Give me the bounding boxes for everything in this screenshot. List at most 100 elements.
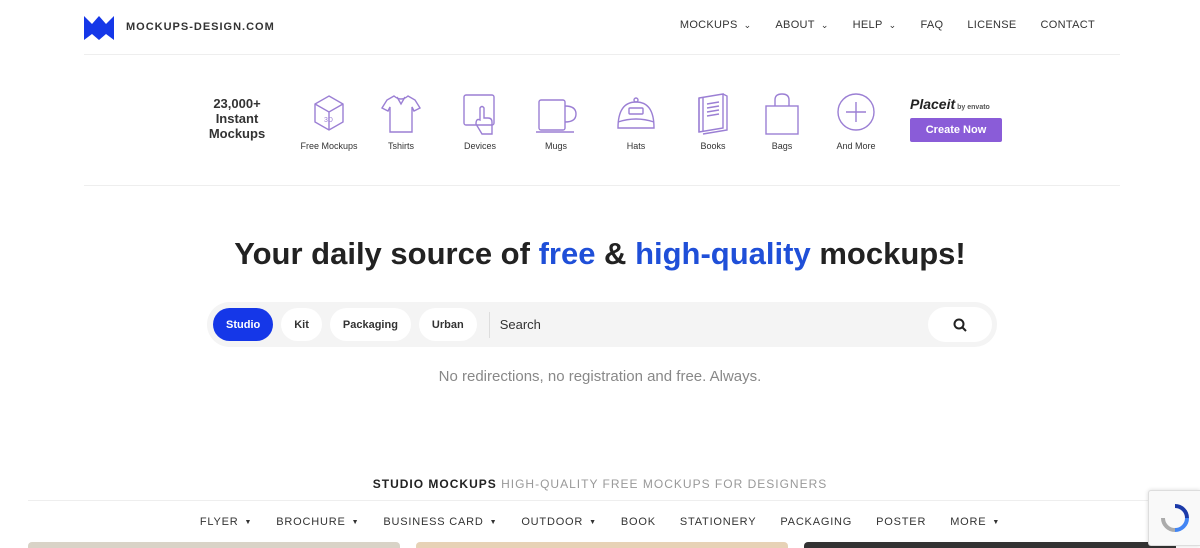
- promo-count-number: 23,000+: [213, 96, 261, 111]
- promo-cat-hats[interactable]: Hats: [601, 92, 671, 151]
- caret-down-icon: ▼: [992, 518, 1001, 526]
- hat-icon: [617, 97, 655, 129]
- main-nav: MOCKUPS ⌄ ABOUT ⌄ HELP ⌄ FAQ LICENSE CONTAC…: [680, 19, 1095, 31]
- section-title-subtitle: HIGH-QUALITY FREE MOCKUPS FOR DESIGNERS: [496, 477, 828, 491]
- search-tab-kit[interactable]: Kit: [281, 308, 322, 341]
- tshirt-icon: [380, 95, 422, 133]
- hero-tagline: No redirections, no registration and fre…: [438, 368, 762, 385]
- search-tab-studio[interactable]: Studio: [213, 308, 274, 341]
- plus-circle-icon: [837, 93, 875, 131]
- search-input[interactable]: [499, 317, 928, 332]
- search-button[interactable]: [928, 307, 992, 342]
- placeit-promo-banner: 23,000+ Instant Mockups 3D Free Mockups …: [0, 86, 1200, 156]
- catnav-label: OUTDOOR: [521, 516, 584, 528]
- 3d-box-icon: 3D: [314, 95, 344, 131]
- catnav-outdoor[interactable]: OUTDOOR ▼: [521, 516, 597, 528]
- headline-text: &: [595, 236, 636, 271]
- nav-about[interactable]: ABOUT ⌄: [775, 19, 828, 31]
- search-bar: Studio Kit Packaging Urban: [207, 302, 997, 347]
- caret-down-icon: ▼: [489, 518, 498, 526]
- nav-label: MOCKUPS: [679, 19, 738, 31]
- mockup-thumbnail[interactable]: [28, 542, 400, 548]
- promo-cat-label: And More: [836, 141, 876, 151]
- catnav-stationery[interactable]: STATIONERY: [680, 516, 756, 528]
- search-icon: [953, 318, 967, 332]
- promo-cat-tshirts[interactable]: Tshirts: [366, 92, 436, 151]
- nav-label: HELP: [852, 19, 883, 31]
- recaptcha-badge[interactable]: [1148, 490, 1200, 546]
- promo-cat-label: Bags: [771, 141, 793, 151]
- bag-icon: [765, 93, 799, 135]
- catnav-label: BUSINESS CARD: [383, 516, 484, 528]
- recaptcha-icon: [1160, 504, 1189, 532]
- create-now-button[interactable]: Create Now: [910, 118, 1002, 142]
- catnav-brochure[interactable]: BROCHURE ▼: [276, 516, 359, 528]
- promo-cat-label: Books: [700, 141, 726, 151]
- nav-mockups[interactable]: MOCKUPS ⌄: [680, 19, 752, 31]
- promo-count-line: Mockups: [208, 126, 266, 141]
- chevron-down-icon: ⌄: [743, 19, 752, 30]
- caret-down-icon: ▼: [351, 518, 360, 526]
- promo-cat-label: Free Mockups: [300, 141, 358, 151]
- section-title: STUDIO MOCKUPS HIGH-QUALITY FREE MOCKUPS…: [0, 477, 1200, 491]
- book-icon: [698, 93, 728, 135]
- search-tab-urban[interactable]: Urban: [418, 308, 477, 341]
- promo-cat-free-mockups[interactable]: 3D Free Mockups: [294, 92, 364, 151]
- svg-text:3D: 3D: [324, 117, 333, 124]
- catnav-label: STATIONERY: [679, 516, 757, 528]
- catnav-book[interactable]: BOOK: [621, 516, 656, 528]
- placeit-block: Placeit by envato Create Now: [910, 96, 1002, 142]
- promo-cat-devices[interactable]: Devices: [445, 92, 515, 151]
- promo-cat-label: Devices: [463, 141, 496, 151]
- placeit-logo[interactable]: Placeit by envato: [910, 96, 1002, 112]
- mug-icon: [536, 99, 577, 133]
- section-divider: [28, 500, 1172, 501]
- nav-faq[interactable]: FAQ: [920, 19, 943, 31]
- device-icon: [463, 94, 495, 135]
- nav-label: ABOUT: [775, 19, 815, 31]
- search-divider: [488, 311, 490, 338]
- chevron-down-icon: ⌄: [820, 19, 829, 30]
- site-header: MOCKUPS-DESIGN.COM MOCKUPS ⌄ ABOUT ⌄ HELP ⌄…: [0, 0, 1200, 54]
- promo-divider: [84, 185, 1120, 186]
- catnav-label: BROCHURE: [276, 516, 346, 528]
- promo-cat-bags[interactable]: Bags: [747, 92, 817, 151]
- catnav-label: POSTER: [876, 516, 927, 528]
- catnav-label: FLYER: [199, 516, 239, 528]
- promo-cat-and-more[interactable]: And More: [821, 92, 891, 151]
- catnav-more[interactable]: MORE ▼: [950, 516, 1000, 528]
- site-logo[interactable]: MOCKUPS-DESIGN.COM: [84, 14, 275, 40]
- headline-highlight: high-quality: [635, 236, 811, 271]
- promo-cat-label: Tshirts: [387, 141, 414, 151]
- section-title-bold: STUDIO MOCKUPS: [372, 477, 497, 491]
- caret-down-icon: ▼: [244, 518, 253, 526]
- placeit-wordmark: Placeit: [910, 96, 956, 112]
- nav-label: CONTACT: [1040, 19, 1095, 31]
- promo-cat-label: Hats: [626, 141, 646, 151]
- catnav-business-card[interactable]: BUSINESS CARD ▼: [383, 516, 497, 528]
- catnav-packaging[interactable]: PACKAGING: [780, 516, 852, 528]
- brand-name: MOCKUPS-DESIGN.COM: [126, 21, 275, 33]
- nav-label: FAQ: [920, 19, 944, 31]
- header-divider: [84, 54, 1120, 55]
- catnav-flyer[interactable]: FLYER ▼: [200, 516, 252, 528]
- category-nav: FLYER ▼ BROCHURE ▼ BUSINESS CARD ▼ OUTDOOR ▼…: [0, 516, 1200, 528]
- search-tab-packaging[interactable]: Packaging: [329, 308, 411, 341]
- mockup-thumbnail[interactable]: [416, 542, 788, 548]
- catnav-label: BOOK: [620, 516, 656, 528]
- nav-help[interactable]: HELP ⌄: [853, 19, 897, 31]
- mockup-thumbnail[interactable]: [804, 542, 1176, 548]
- catnav-label: MORE: [950, 516, 987, 528]
- promo-cat-label: Mugs: [544, 141, 567, 151]
- page-headline: Your daily source of free & high-quality…: [0, 236, 1200, 272]
- catnav-poster[interactable]: POSTER: [876, 516, 926, 528]
- promo-cat-books[interactable]: Books: [678, 92, 748, 151]
- promo-count-line: Instant: [215, 111, 259, 126]
- placeit-by-envato: by envato: [957, 104, 990, 111]
- chevron-down-icon: ⌄: [888, 19, 897, 30]
- promo-cat-mugs[interactable]: Mugs: [521, 92, 591, 151]
- nav-license[interactable]: LICENSE: [967, 19, 1016, 31]
- nav-contact[interactable]: CONTACT: [1041, 19, 1095, 31]
- logo-m-icon: [84, 16, 114, 40]
- headline-highlight: free: [538, 236, 596, 271]
